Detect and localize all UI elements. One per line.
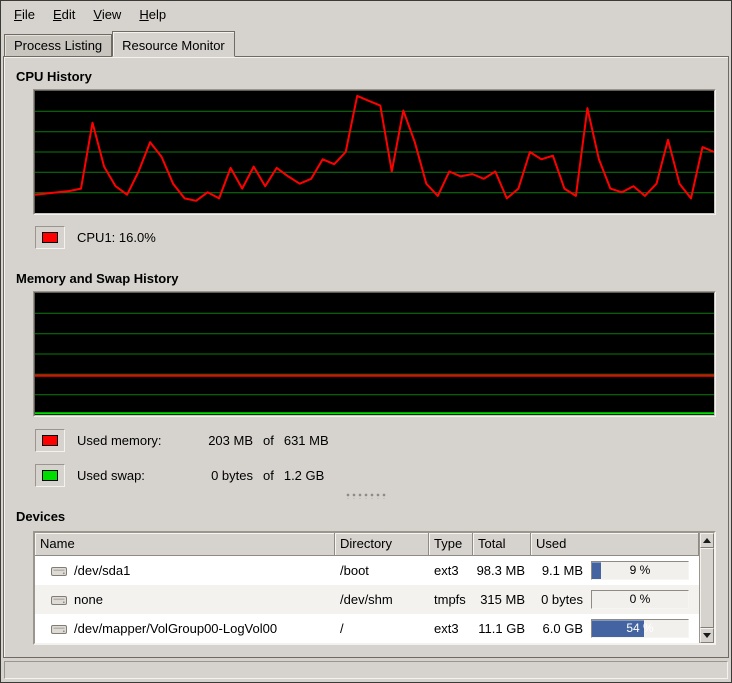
usage-progress-bar: 9 % [591,561,689,580]
swap-color-swatch [42,470,58,481]
cpu-history-chart [35,91,714,213]
menu-file[interactable]: File [5,3,44,26]
memory-legend-swatch-frame [35,429,65,452]
column-header-used[interactable]: Used [531,533,699,556]
device-used: 9.1 MB 9 % [531,561,699,580]
device-type: ext3 [429,563,473,578]
tab-resource-monitor[interactable]: Resource Monitor [112,31,235,57]
cpu-color-swatch [42,232,58,243]
device-used-value: 0 bytes [531,592,583,607]
statusbar [1,658,731,682]
devices-title: Devices [16,509,728,525]
cpu-legend-label: CPU1: 16.0% [77,230,156,245]
device-row[interactable]: none/dev/shmtmpfs315 MB0 bytes 0 % [35,585,699,614]
device-total: 11.1 GB [473,621,531,636]
device-used: 6.0 GB 54 % [531,619,699,638]
up-arrow-icon [703,538,711,543]
tabbar: Process Listing Resource Monitor [1,28,731,56]
devices-table-header: Name Directory Type Total Used [35,533,699,556]
device-total: 315 MB [473,592,531,607]
column-header-directory[interactable]: Directory [335,533,429,556]
menu-view[interactable]: View [84,3,130,26]
device-directory: / [335,621,429,636]
menu-edit-label: Edit [53,7,75,22]
vertical-scrollbar[interactable] [699,533,714,643]
pane-resize-grip[interactable] [346,493,386,499]
memory-of-label: of [263,433,274,448]
scroll-down-button[interactable] [700,628,714,643]
device-type: ext3 [429,621,473,636]
memory-total-value: 631 MB [284,433,329,448]
swap-used-value: 0 bytes [195,468,253,483]
memory-used-value: 203 MB [195,433,253,448]
scroll-up-button[interactable] [700,533,714,548]
memory-legend: Used memory: 203 MB of 631 MB [35,428,728,452]
memory-swap-title: Memory and Swap History [16,271,728,287]
usage-progress-bar: 54 % [591,619,689,638]
device-used-value: 6.0 GB [531,621,583,636]
drive-icon [51,565,67,577]
drive-icon [51,594,67,606]
swap-total-value: 1.2 GB [284,468,324,483]
cpu-legend: CPU1: 16.0% [35,225,728,249]
device-row[interactable]: /dev/sda1/bootext398.3 MB9.1 MB 9 % [35,556,699,585]
device-used-value: 9.1 MB [531,563,583,578]
column-header-type[interactable]: Type [429,533,473,556]
swap-of-label: of [263,468,274,483]
menubar: File Edit View Help [1,1,731,28]
device-name: /dev/sda1 [35,563,335,578]
scrollbar-thumb[interactable] [700,548,714,628]
memory-swap-chart [35,293,714,415]
column-header-name[interactable]: Name [35,533,335,556]
swap-legend: Used swap: 0 bytes of 1.2 GB [35,463,728,487]
menu-view-label: View [93,7,121,22]
memory-legend-label: Used memory: [77,433,195,448]
device-directory: /boot [335,563,429,578]
menu-edit[interactable]: Edit [44,3,84,26]
memory-swap-graph [33,291,716,417]
down-arrow-icon [703,633,711,638]
usage-progress-bar: 0 % [591,590,689,609]
system-monitor-window: File Edit View Help Process Listing Reso… [0,0,732,683]
cpu-history-graph [33,89,716,215]
device-used: 0 bytes 0 % [531,590,699,609]
device-name: /dev/mapper/VolGroup00-LogVol00 [35,621,335,636]
device-total: 98.3 MB [473,563,531,578]
device-row[interactable]: /dev/mapper/VolGroup00-LogVol00/ext311.1… [35,614,699,643]
device-name: none [35,592,335,607]
swap-legend-swatch-frame [35,464,65,487]
usage-percent-label: 9 % [592,562,688,579]
menu-help-label: Help [139,7,166,22]
cpu-history-title: CPU History [16,69,728,85]
drive-icon [51,623,67,635]
devices-table-body: /dev/sda1/bootext398.3 MB9.1 MB9 %none/d… [35,556,699,643]
usage-percent-label: 0 % [592,591,688,608]
device-type: tmpfs [429,592,473,607]
device-directory: /dev/shm [335,592,429,607]
column-header-total[interactable]: Total [473,533,531,556]
devices-table: Name Directory Type Total Used /dev/sda1… [33,531,716,645]
cpu-legend-swatch-frame [35,226,65,249]
devices-table-content: Name Directory Type Total Used /dev/sda1… [35,533,699,643]
resource-monitor-page: CPU History CPU1: 16.0% Memory and Swap … [3,56,729,658]
memory-color-swatch [42,435,58,446]
swap-legend-label: Used swap: [77,468,195,483]
tab-process-listing[interactable]: Process Listing [4,34,112,56]
statusbar-area [4,661,728,679]
menu-help[interactable]: Help [130,3,175,26]
usage-percent-label: 54 % [592,620,688,637]
menu-file-label: File [14,7,35,22]
